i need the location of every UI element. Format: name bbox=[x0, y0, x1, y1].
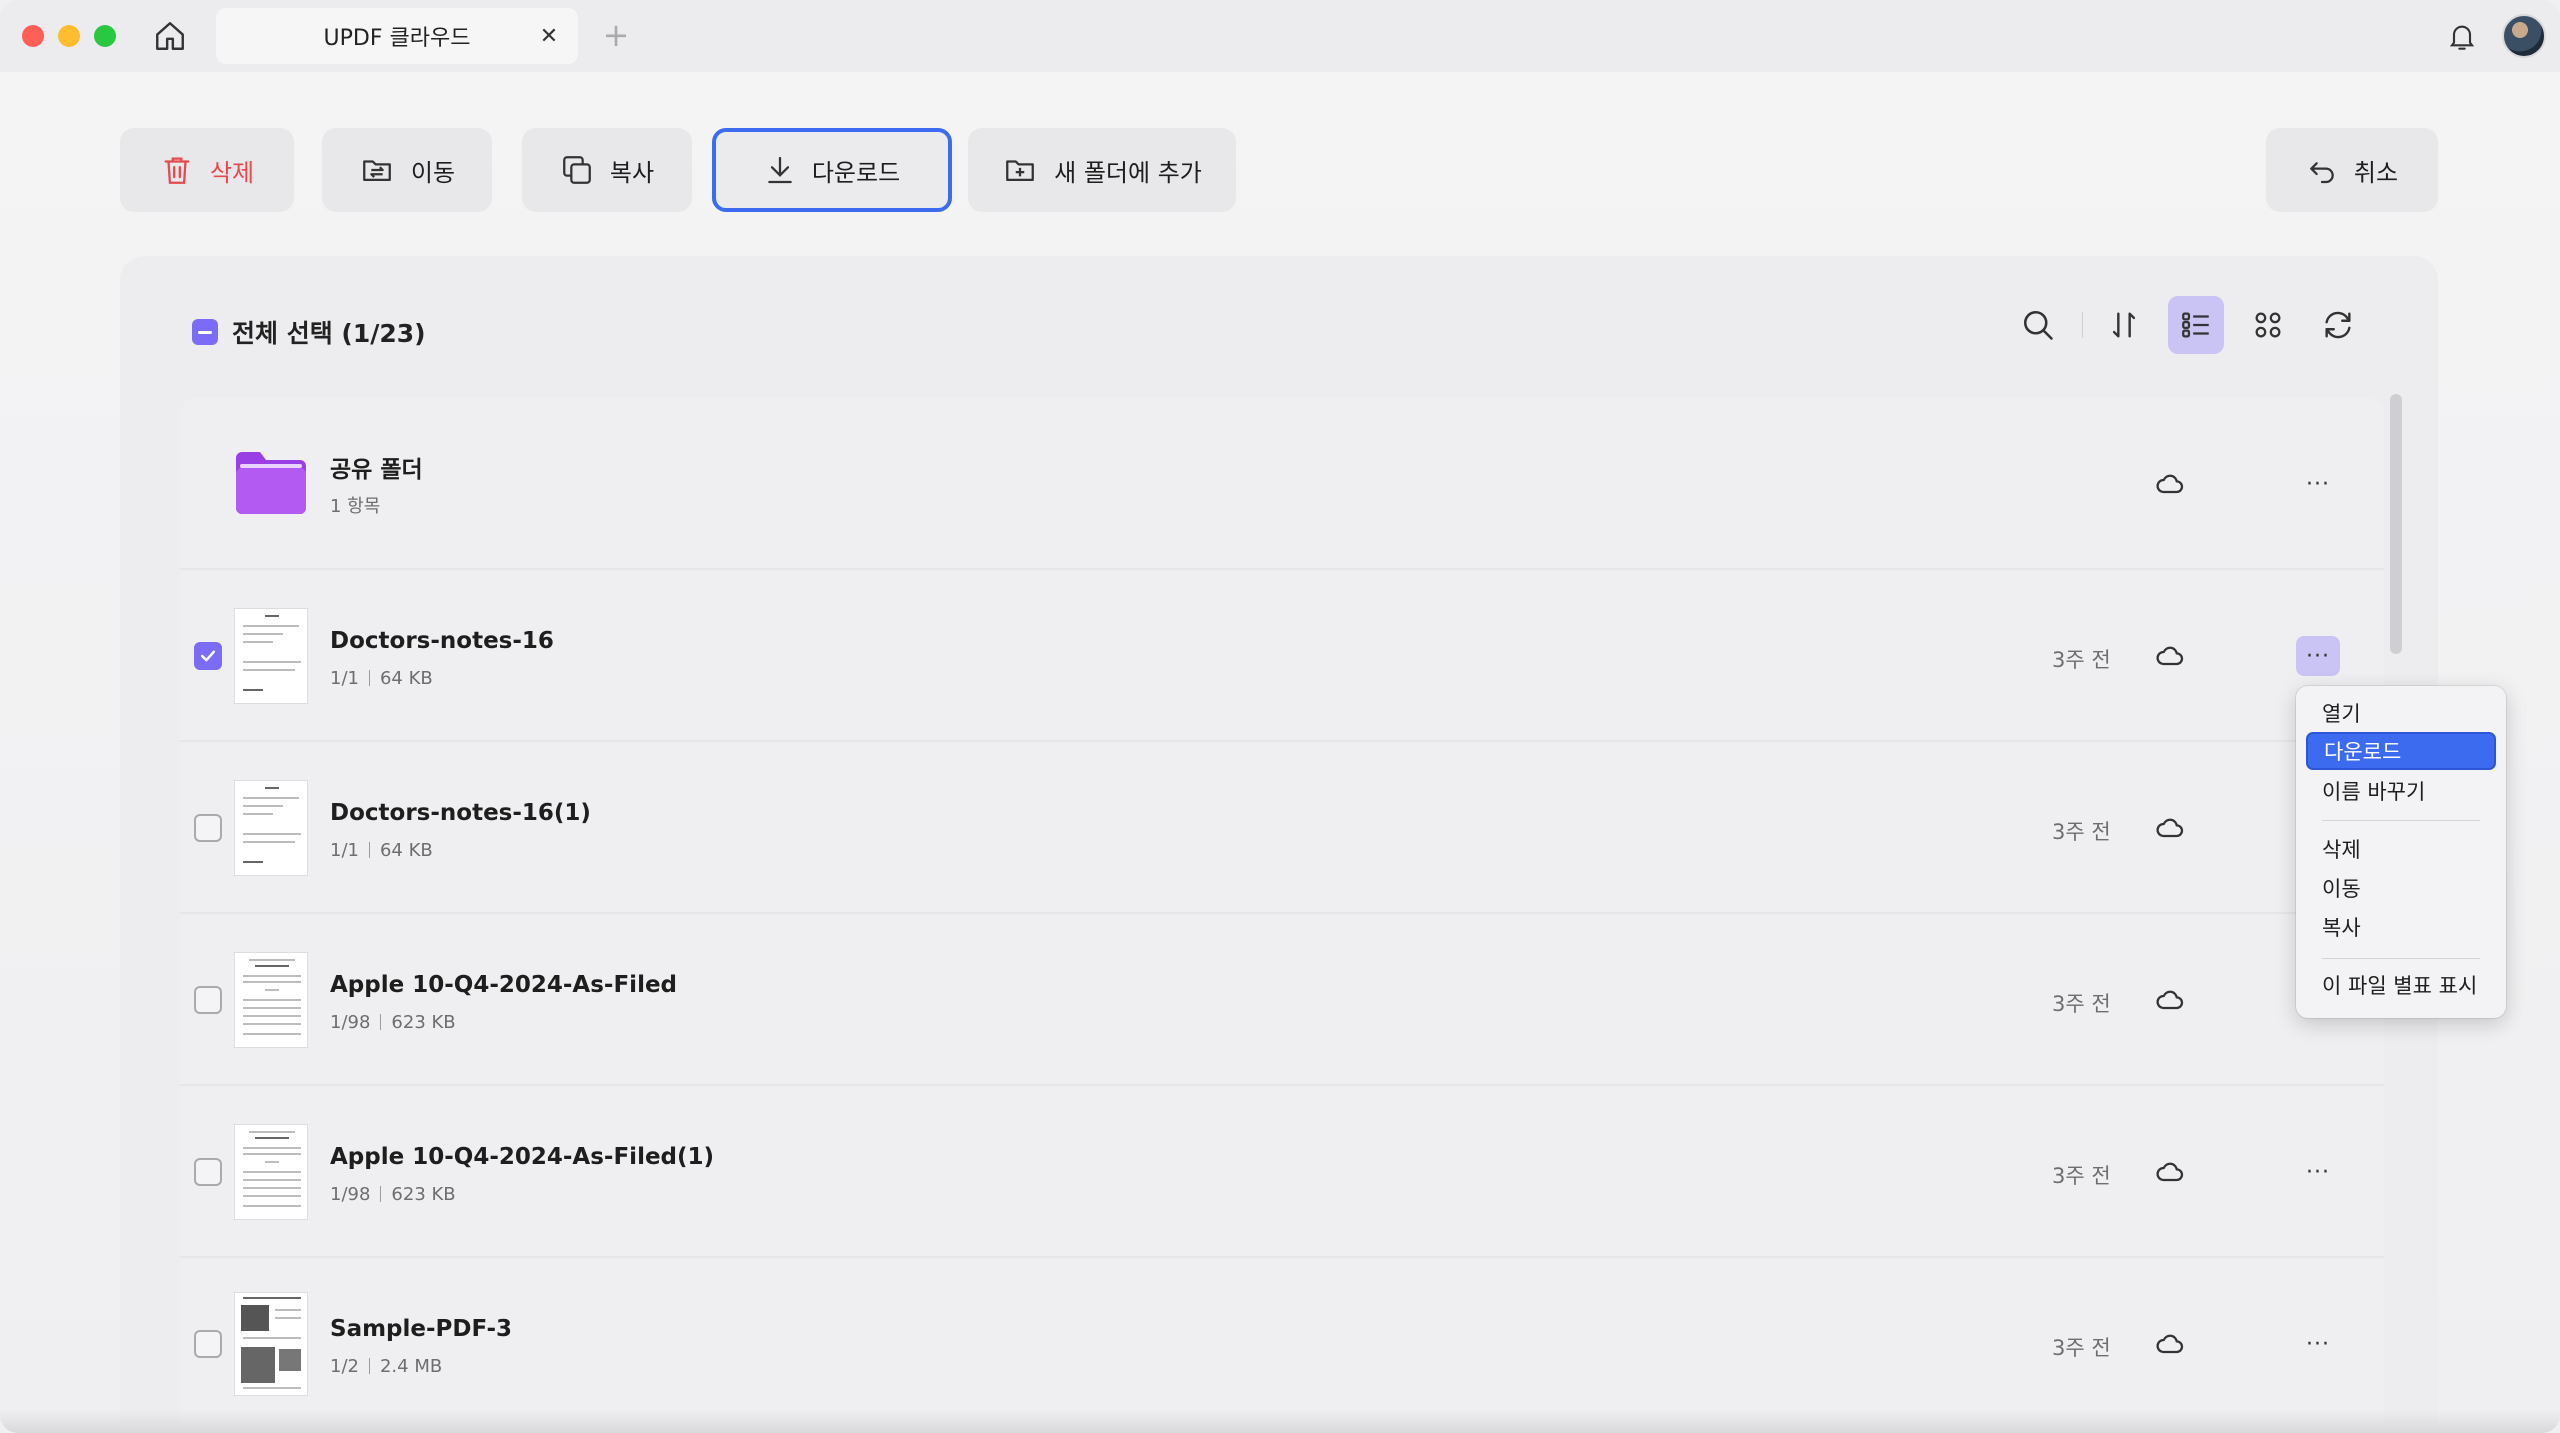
cloud-icon[interactable] bbox=[2150, 1324, 2190, 1364]
menu-divider bbox=[2322, 820, 2480, 821]
cancel-button[interactable]: 취소 bbox=[2266, 128, 2438, 212]
file-checkbox[interactable] bbox=[194, 986, 222, 1014]
file-thumbnail bbox=[234, 780, 308, 876]
file-thumbnail bbox=[234, 952, 308, 1048]
cloud-icon[interactable] bbox=[2150, 808, 2190, 848]
list-view-icon[interactable] bbox=[2168, 296, 2224, 354]
file-date: 3주 전 bbox=[2052, 1164, 2111, 1188]
file-meta: 1 항목 bbox=[330, 496, 381, 517]
minimize-window-button[interactable] bbox=[58, 25, 80, 47]
delete-button-label: 삭제 bbox=[209, 158, 255, 187]
user-avatar[interactable] bbox=[2502, 14, 2546, 58]
copy-icon bbox=[563, 156, 591, 184]
list-item-folder[interactable]: 공유 폴더 1 항목 ··· bbox=[180, 398, 2384, 570]
file-meta: 1/1 64 KB bbox=[330, 840, 433, 861]
cloud-icon[interactable] bbox=[2150, 1152, 2190, 1192]
download-button-label: 다운로드 bbox=[811, 158, 901, 187]
file-list: 공유 폴더 1 항목 ··· Doctors-notes-16 1/1 64 K… bbox=[180, 398, 2384, 1433]
menu-item-move[interactable]: 이동 bbox=[2306, 869, 2496, 907]
file-name: Doctors-notes-16 bbox=[330, 628, 554, 654]
file-meta: 1/2 2.4 MB bbox=[330, 1356, 443, 1377]
file-name: Sample-PDF-3 bbox=[330, 1316, 513, 1342]
file-thumbnail bbox=[234, 1292, 308, 1396]
menu-item-delete[interactable]: 삭제 bbox=[2306, 830, 2496, 868]
file-thumbnail bbox=[234, 1124, 308, 1220]
cloud-icon[interactable] bbox=[2150, 464, 2190, 504]
move-button[interactable]: 이동 bbox=[322, 128, 492, 212]
menu-item-star-file[interactable]: 이 파일 별표 표시 bbox=[2306, 966, 2496, 1004]
folder-icon bbox=[236, 452, 306, 514]
zoom-window-button[interactable] bbox=[94, 25, 116, 47]
select-all-control[interactable]: 전체 선택 (1/23) bbox=[192, 314, 426, 350]
file-checkbox[interactable] bbox=[194, 1330, 222, 1358]
menu-item-download[interactable]: 다운로드 bbox=[2306, 732, 2496, 770]
toolbar-divider bbox=[2082, 312, 2083, 338]
cancel-button-label: 취소 bbox=[2353, 158, 2399, 187]
more-options-icon[interactable]: ··· bbox=[2296, 636, 2340, 676]
file-meta: 1/98 623 KB bbox=[330, 1012, 456, 1033]
list-item-file[interactable]: Apple 10-Q4-2024-As-Filed 1/98 623 KB 3주 … bbox=[180, 914, 2384, 1086]
file-meta: 1/1 64 KB bbox=[330, 668, 433, 689]
cloud-icon[interactable] bbox=[2150, 636, 2190, 676]
search-icon[interactable] bbox=[2010, 296, 2066, 354]
file-name: Doctors-notes-16(1) bbox=[330, 800, 591, 826]
more-options-icon[interactable]: ··· bbox=[2296, 1152, 2340, 1192]
select-all-label: 전체 선택 (1/23) bbox=[232, 319, 426, 348]
home-icon[interactable] bbox=[150, 16, 190, 56]
more-options-icon[interactable]: ··· bbox=[2296, 464, 2340, 504]
file-name: 공유 폴더 bbox=[330, 457, 423, 483]
file-date: 3주 전 bbox=[2052, 1336, 2111, 1360]
undo-arrow-icon bbox=[2310, 162, 2334, 184]
download-button[interactable]: 다운로드 bbox=[712, 128, 952, 212]
copy-button-label: 복사 bbox=[609, 158, 655, 187]
list-item-file[interactable]: Doctors-notes-16(1) 1/1 64 KB 3주 전 bbox=[180, 742, 2384, 914]
refresh-icon[interactable] bbox=[2310, 296, 2366, 354]
trash-icon bbox=[164, 157, 190, 184]
select-all-checkbox[interactable] bbox=[192, 319, 218, 345]
download-icon bbox=[768, 156, 792, 184]
menu-divider bbox=[2322, 958, 2480, 959]
new-tab-icon[interactable]: + bbox=[598, 18, 634, 52]
file-thumbnail bbox=[234, 608, 308, 704]
file-date: 3주 전 bbox=[2052, 648, 2111, 672]
add-to-new-folder-button[interactable]: 새 폴더에 추가 bbox=[968, 128, 1236, 212]
file-name: Apple 10-Q4-2024-As-Filed(1) bbox=[330, 1144, 715, 1170]
list-item-file[interactable]: Doctors-notes-16 1/1 64 KB 3주 전 ··· bbox=[180, 570, 2384, 742]
more-options-icon[interactable]: ··· bbox=[2296, 1324, 2340, 1364]
folder-plus-icon bbox=[1006, 160, 1035, 182]
app-window: UPDF 클라우드 ✕ + 삭제 이동 복사 다운로드 새 폴더에 추가 취소 bbox=[0, 0, 2560, 1433]
bottom-edge bbox=[0, 1410, 2560, 1433]
tab-updf-cloud[interactable]: UPDF 클라우드 ✕ bbox=[216, 8, 578, 64]
grid-view-icon[interactable] bbox=[2240, 296, 2296, 354]
list-item-file[interactable]: Apple 10-Q4-2024-As-Filed(1) 1/98 623 KB … bbox=[180, 1086, 2384, 1258]
tab-title: UPDF 클라우드 bbox=[323, 26, 471, 51]
move-button-label: 이동 bbox=[410, 158, 456, 187]
menu-item-open[interactable]: 열기 bbox=[2306, 694, 2496, 732]
file-name: Apple 10-Q4-2024-As-Filed bbox=[330, 972, 678, 998]
file-checkbox[interactable] bbox=[194, 642, 222, 670]
folder-move-icon bbox=[363, 160, 391, 182]
tab-close-icon[interactable]: ✕ bbox=[536, 23, 562, 49]
cloud-icon[interactable] bbox=[2150, 980, 2190, 1020]
notification-bell-icon[interactable] bbox=[2442, 16, 2482, 56]
file-panel: 전체 선택 (1/23) 공유 폴더 1 항목 ··· Doctors-note… bbox=[120, 256, 2438, 1433]
delete-button[interactable]: 삭제 bbox=[120, 128, 294, 212]
copy-button[interactable]: 복사 bbox=[522, 128, 692, 212]
file-date: 3주 전 bbox=[2052, 992, 2111, 1016]
menu-item-copy[interactable]: 복사 bbox=[2306, 908, 2496, 946]
menu-item-rename[interactable]: 이름 바꾸기 bbox=[2306, 772, 2496, 810]
file-checkbox[interactable] bbox=[194, 1158, 222, 1186]
list-scrollbar[interactable] bbox=[2390, 394, 2402, 654]
file-checkbox[interactable] bbox=[194, 814, 222, 842]
file-meta: 1/98 623 KB bbox=[330, 1184, 456, 1205]
title-bar: UPDF 클라우드 ✕ + bbox=[0, 0, 2560, 72]
file-date: 3주 전 bbox=[2052, 820, 2111, 844]
close-window-button[interactable] bbox=[22, 25, 44, 47]
sort-icon[interactable] bbox=[2096, 296, 2152, 354]
list-item-file[interactable]: Sample-PDF-3 1/2 2.4 MB 3주 전 ··· bbox=[180, 1258, 2384, 1430]
add-to-new-folder-label: 새 폴더에 추가 bbox=[1054, 158, 1202, 187]
file-context-menu: 열기 다운로드 이름 바꾸기 삭제 이동 복사 이 파일 별표 표시 bbox=[2296, 686, 2506, 1018]
